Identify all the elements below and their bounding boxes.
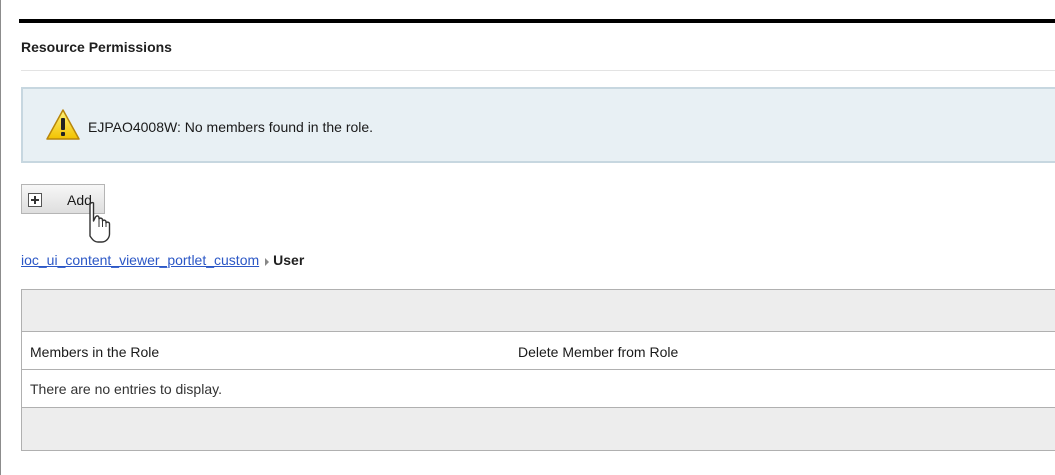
breadcrumb-separator-icon [265, 258, 270, 266]
table-toolbar [22, 290, 1055, 332]
column-header-members: Members in the Role [30, 344, 160, 360]
table-footer [22, 408, 1055, 450]
table-header-row: Members in the Role Delete Member from R… [22, 332, 1055, 370]
mouse-pointer-icon [89, 201, 111, 243]
empty-message: There are no entries to display. [30, 381, 222, 397]
warning-message-text: EJPAO4008W: No members found in the role… [88, 119, 374, 135]
top-border-bar [19, 19, 1055, 23]
portlet-frame: Resource Permissions EJPAO4008W: No memb… [0, 0, 1055, 475]
plus-box-icon [28, 193, 42, 207]
title-divider [21, 70, 1055, 71]
panel-title: Resource Permissions [21, 39, 172, 55]
breadcrumb-link-portlet[interactable]: ioc_ui_content_viewer_portlet_custom [21, 252, 259, 268]
warning-message-box: EJPAO4008W: No members found in the role… [21, 87, 1055, 163]
members-table: Members in the Role Delete Member from R… [21, 289, 1055, 451]
warning-icon [46, 109, 80, 140]
breadcrumb-current: User [273, 252, 305, 268]
breadcrumb: ioc_ui_content_viewer_portlet_custom User [21, 252, 304, 268]
column-header-delete: Delete Member from Role [518, 344, 679, 360]
table-empty-row: There are no entries to display. [22, 370, 1055, 408]
